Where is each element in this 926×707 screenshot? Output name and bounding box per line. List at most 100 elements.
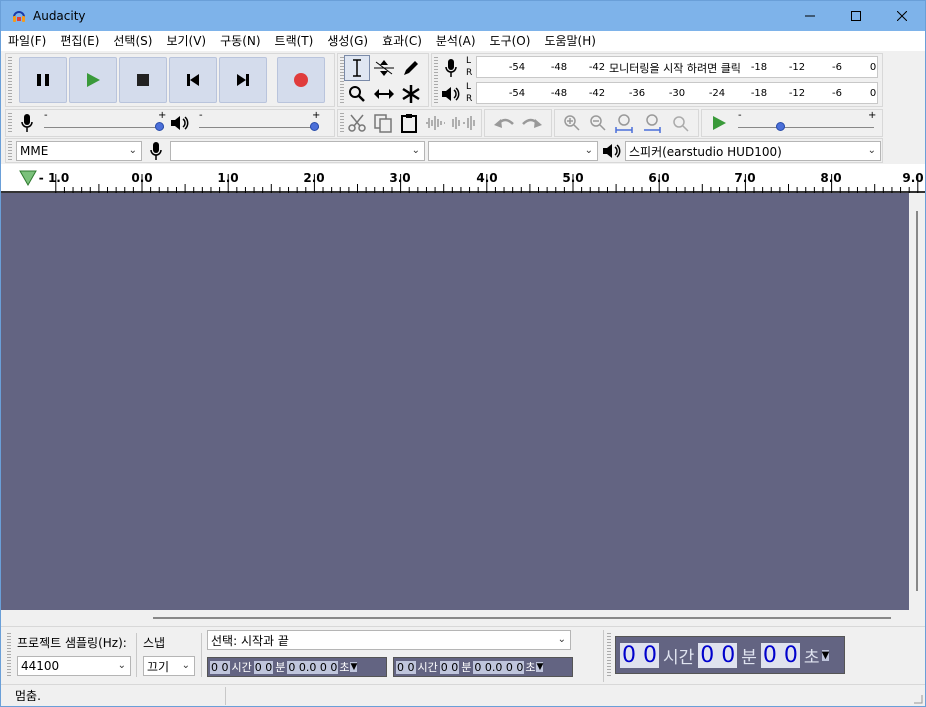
copy-button[interactable]	[370, 110, 396, 136]
skip-to-start-button[interactable]	[169, 57, 217, 103]
selection-tool[interactable]	[344, 55, 370, 81]
slider-thumb[interactable]	[155, 122, 164, 131]
stop-button[interactable]	[119, 57, 167, 103]
toolbar-grip[interactable]	[8, 113, 12, 133]
selection-mode-select[interactable]: 선택: 시작과 끝 ⌄	[207, 630, 571, 650]
zoom-toggle-button[interactable]	[667, 110, 693, 136]
format-menu-icon[interactable]: ▼	[821, 649, 830, 661]
hours-digits: 0 0	[396, 660, 416, 674]
scrollbar-thumb[interactable]	[916, 211, 918, 591]
meter-tick: -36	[628, 88, 646, 99]
menu-help[interactable]: 도움말(H)	[537, 31, 603, 51]
selection-start-time[interactable]: 0 0 시간 0 0 분 0 0.0 0 0 초 ▼	[207, 657, 387, 677]
cut-button[interactable]	[344, 110, 370, 136]
format-menu-icon[interactable]: ▼	[536, 662, 544, 672]
seconds-digits: 0 0.0 0 0	[473, 660, 525, 674]
snap-value: 끄기	[147, 659, 170, 674]
record-meter[interactable]: -54 -48 -42 모니터링을 시작 하려면 클릭 -18 -12 -6 0	[476, 56, 878, 78]
snap-select[interactable]: 끄기 ⌄	[143, 656, 195, 676]
pause-button[interactable]	[19, 57, 67, 103]
audio-position-display[interactable]: 0 0 시간 0 0 분 0 0 초 ▼	[615, 636, 845, 674]
hours-unit: 시간	[663, 647, 695, 668]
window-title: Audacity	[33, 9, 86, 23]
recording-channels-select[interactable]: ⌄	[428, 141, 598, 161]
time-shift-tool[interactable]	[371, 81, 397, 107]
skip-to-end-button[interactable]	[219, 57, 267, 103]
fit-selection-button[interactable]	[611, 110, 637, 136]
play-meter-button[interactable]	[438, 81, 464, 107]
timeline-ruler[interactable]: - 1.0 0.0 1.0 2.0 3.0 4.0 5.0 6.0 7.0 8.…	[1, 164, 925, 193]
record-button[interactable]	[277, 57, 325, 103]
format-menu-icon[interactable]: ▼	[350, 662, 358, 672]
menu-select[interactable]: 선택(S)	[106, 31, 159, 51]
pencil-icon	[404, 61, 418, 75]
meter-tick: 0	[869, 88, 877, 99]
playback-device-select[interactable]: 스피커(earstudio HUD100) ⌄	[625, 141, 881, 161]
menu-effect[interactable]: 효과(C)	[375, 31, 429, 51]
zoom-tool[interactable]	[344, 81, 370, 107]
recording-device-select[interactable]: ⌄	[170, 141, 425, 161]
menu-analyze[interactable]: 분석(A)	[429, 31, 483, 51]
toolbar-grip[interactable]	[8, 141, 12, 161]
fit-selection-icon	[615, 114, 633, 133]
trim-button[interactable]	[422, 110, 448, 136]
paste-button[interactable]	[396, 110, 422, 136]
fit-project-icon	[644, 114, 661, 133]
silence-button[interactable]	[450, 110, 476, 136]
project-rate-value: 44100	[21, 659, 60, 673]
slider-thumb[interactable]	[310, 122, 319, 131]
menu-tracks[interactable]: 트랙(T)	[268, 31, 321, 51]
menu-view[interactable]: 보기(V)	[159, 31, 213, 51]
envelope-tool[interactable]	[371, 55, 397, 81]
project-rate-select[interactable]: 44100 ⌄	[17, 656, 131, 676]
zoom-in-button[interactable]	[559, 110, 585, 136]
menu-file[interactable]: 파일(F)	[1, 31, 53, 51]
scrollbar-thumb[interactable]	[153, 617, 891, 619]
fit-project-button[interactable]	[639, 110, 665, 136]
separator	[225, 687, 226, 705]
close-button[interactable]	[879, 1, 925, 31]
recording-volume-slider[interactable]	[44, 122, 164, 132]
play-at-speed-button[interactable]	[706, 110, 732, 136]
redo-button[interactable]	[519, 110, 545, 136]
speaker-icon	[442, 87, 460, 101]
toolbar-grip[interactable]	[607, 633, 611, 677]
play-speed-slider[interactable]	[738, 122, 874, 132]
menu-edit[interactable]: 편집(E)	[53, 31, 106, 51]
audio-host-select[interactable]: MME ⌄	[16, 141, 142, 161]
ruler-label: 4.0	[476, 171, 498, 185]
pause-icon	[37, 74, 49, 86]
toolbar-grip[interactable]	[7, 633, 11, 677]
menu-tools[interactable]: 도구(O)	[483, 31, 538, 51]
selection-end-time[interactable]: 0 0 시간 0 0 분 0 0.0 0 0 초 ▼	[393, 657, 573, 677]
maximize-button[interactable]	[833, 1, 879, 31]
status-text: 멈춤.	[15, 689, 41, 703]
play-meter[interactable]: -54 -48 -42 -36 -30 -24 -18 -12 -6 0	[476, 82, 878, 104]
zoom-out-button[interactable]	[585, 110, 611, 136]
menu-generate[interactable]: 생성(G)	[320, 31, 375, 51]
copy-icon	[374, 114, 392, 133]
minutes-unit: 분	[275, 661, 286, 674]
meter-tick: -6	[832, 62, 842, 73]
skip-to-start-icon	[187, 74, 199, 86]
toolbar-grip[interactable]	[8, 57, 12, 103]
minimize-button[interactable]	[787, 1, 833, 31]
meter-tick: -54	[508, 62, 526, 73]
meter-tick: -54	[508, 88, 526, 99]
microphone-icon	[21, 114, 33, 132]
play-button[interactable]	[69, 57, 117, 103]
resize-grip-icon[interactable]	[913, 694, 923, 704]
menu-transport[interactable]: 구동(N)	[213, 31, 267, 51]
track-panel[interactable]	[1, 193, 909, 610]
undo-toolbar	[484, 109, 552, 137]
draw-tool[interactable]	[398, 55, 424, 81]
multi-tool[interactable]	[398, 81, 424, 107]
seconds-digits: 0 0.0 0 0	[287, 660, 339, 674]
vertical-scrollbar[interactable]	[909, 193, 925, 610]
undo-button[interactable]	[491, 110, 517, 136]
meter-tick: -24	[708, 88, 726, 99]
record-meter-button[interactable]	[438, 55, 464, 81]
horizontal-scrollbar[interactable]	[1, 610, 925, 626]
slider-thumb[interactable]	[776, 122, 786, 131]
playback-volume-slider[interactable]	[199, 122, 319, 132]
